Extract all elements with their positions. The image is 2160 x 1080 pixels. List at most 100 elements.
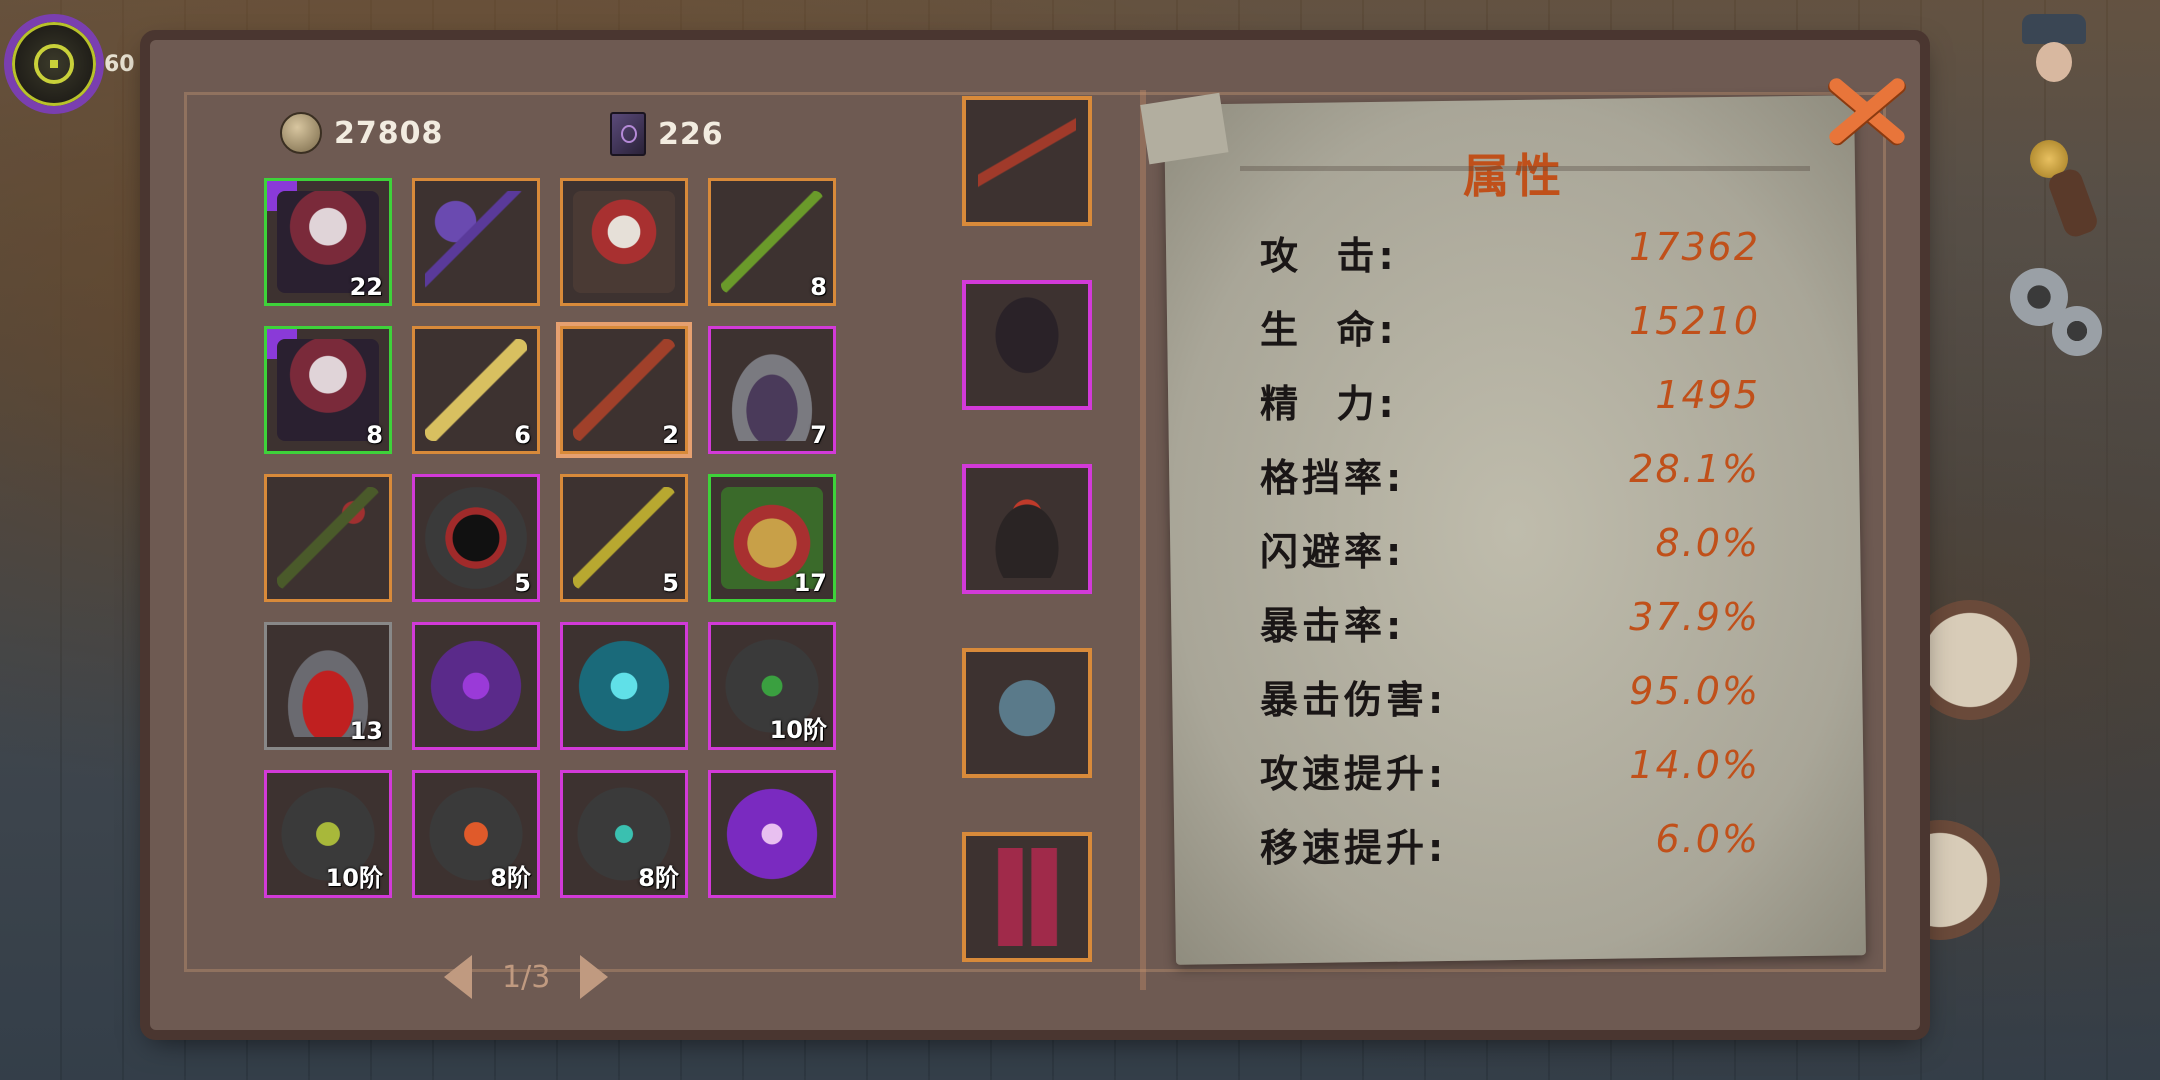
- book-amount: 226: [658, 116, 724, 152]
- item-count: 6: [514, 421, 531, 449]
- inventory-grid: 22 8 8 6 2 7 5 5 17 13 10阶 10阶 8阶 8阶: [264, 178, 836, 898]
- stat-row: 生 命: 15210: [1260, 299, 1760, 359]
- item-count: 10阶: [325, 864, 383, 892]
- spellbook-icon: [610, 112, 646, 156]
- close-button[interactable]: [1820, 70, 1910, 150]
- coin-counter: 27808: [280, 112, 443, 154]
- stat-label: 生 命:: [1260, 308, 1398, 352]
- armor-slot[interactable]: [962, 648, 1092, 778]
- stat-value: 28.1%: [1629, 447, 1760, 491]
- item-count: 8: [366, 421, 383, 449]
- avatar-face: [2036, 42, 2072, 82]
- stat-value: 15210: [1629, 299, 1760, 343]
- cloak-icon: [978, 296, 1076, 394]
- inventory-slot-green-vine-staff[interactable]: 8: [708, 178, 836, 306]
- title-underline: [1240, 166, 1810, 171]
- hat-icon: [978, 480, 1076, 578]
- book-counter: 226: [610, 112, 724, 156]
- item-count: 8阶: [490, 864, 531, 892]
- stat-row: 移速提升: 6.0%: [1260, 817, 1760, 877]
- inventory-slot-thorn-trident-scroll[interactable]: [264, 474, 392, 602]
- stat-value: 14.0%: [1629, 743, 1760, 787]
- item-count: 5: [662, 569, 679, 597]
- item-count: 22: [349, 273, 383, 301]
- settings-gear-small-icon: [2052, 306, 2102, 356]
- item-count: 10阶: [769, 716, 827, 744]
- inventory-slot-green-dagger-stone[interactable]: 10阶: [708, 622, 836, 750]
- red-branch-scroll-icon: [573, 339, 675, 441]
- inventory-slot-character-shard-silver-hair[interactable]: 8: [264, 326, 392, 454]
- inventory-slot-golden-spear-scroll[interactable]: 5: [560, 474, 688, 602]
- inventory-slot-red-branch-scroll[interactable]: 2: [560, 326, 688, 454]
- stats-title: 属性: [1463, 149, 1567, 203]
- pagination: 1/3: [444, 955, 609, 999]
- inventory-slot-festive-gift-bell[interactable]: 17: [708, 474, 836, 602]
- item-count: 5: [514, 569, 531, 597]
- stat-label: 移速提升:: [1260, 826, 1448, 870]
- stat-label: 格挡率:: [1260, 456, 1406, 500]
- inventory-slot-purple-scythe-scroll[interactable]: [412, 178, 540, 306]
- cyan-rune-icon: [573, 635, 675, 737]
- arm-shape: [2045, 166, 2101, 240]
- stat-value: 8.0%: [1655, 521, 1760, 565]
- stat-row: 闪避率: 8.0%: [1260, 521, 1760, 581]
- inventory-slot-tree-rune-stone[interactable]: 10阶: [264, 770, 392, 898]
- stat-label: 攻 击:: [1260, 234, 1398, 278]
- weapon-slot[interactable]: [962, 96, 1092, 226]
- skill-round-button[interactable]: [1910, 600, 2030, 720]
- stat-row: 暴击伤害: 95.0%: [1260, 669, 1760, 729]
- item-count: 13: [349, 717, 383, 745]
- armor-icon: [978, 664, 1076, 762]
- stat-row: 攻速提升: 14.0%: [1260, 743, 1760, 803]
- detective-avatar-icon[interactable]: [2012, 8, 2096, 100]
- coin-icon: [280, 112, 322, 154]
- stat-label: 暴击率:: [1260, 604, 1406, 648]
- mask-rune-icon: [721, 783, 823, 885]
- inventory-slot-void-hole-stone[interactable]: 5: [412, 474, 540, 602]
- boots-slot[interactable]: [962, 832, 1092, 962]
- golden-sword-scroll-icon: [425, 339, 527, 441]
- inventory-slot-red-potion-bottle[interactable]: 13: [264, 622, 392, 750]
- inventory-slot-santa-scroll[interactable]: [560, 178, 688, 306]
- item-count: 8: [810, 273, 827, 301]
- void-hole-stone-icon: [425, 487, 527, 589]
- next-page-arrow-icon[interactable]: [580, 955, 609, 999]
- item-count: 2: [662, 421, 679, 449]
- character-shard-silver-hair-icon: [277, 339, 379, 441]
- rune-emblem-icon: [34, 44, 74, 84]
- player-level-badge[interactable]: [4, 14, 104, 114]
- stat-label: 攻速提升:: [1260, 752, 1448, 796]
- stat-row: 攻 击: 17362: [1260, 225, 1760, 285]
- inventory-slot-purple-rune[interactable]: [412, 622, 540, 750]
- item-count: 7: [810, 421, 827, 449]
- santa-scroll-icon: [573, 191, 675, 293]
- item-count: 8阶: [638, 864, 679, 892]
- stat-value: 1495: [1655, 373, 1760, 417]
- cloak-slot[interactable]: [962, 280, 1092, 410]
- prev-page-arrow-icon[interactable]: [444, 955, 472, 999]
- inventory-slot-character-shard-white-hair[interactable]: 22: [264, 178, 392, 306]
- hat-slot[interactable]: [962, 464, 1092, 594]
- stat-row: 精 力: 1495: [1260, 373, 1760, 433]
- coin-hand-icon[interactable]: [2020, 130, 2101, 240]
- inventory-slot-mask-rune[interactable]: [708, 770, 836, 898]
- inventory-slot-golden-sword-scroll[interactable]: 6: [412, 326, 540, 454]
- stat-value: 95.0%: [1629, 669, 1760, 713]
- purple-scythe-scroll-icon: [425, 191, 527, 293]
- inventory-slot-fang-rune-stone[interactable]: 8阶: [412, 770, 540, 898]
- boots-icon: [978, 848, 1076, 946]
- stat-row: 暴击率: 37.9%: [1260, 595, 1760, 655]
- inventory-slot-cyan-rune[interactable]: [560, 622, 688, 750]
- stat-label: 闪避率:: [1260, 530, 1406, 574]
- stat-label: 暴击伤害:: [1260, 678, 1448, 722]
- page-indicator: 1/3: [502, 959, 551, 995]
- inventory-slot-sword-rune-stone[interactable]: 8阶: [560, 770, 688, 898]
- item-count: 17: [793, 569, 827, 597]
- dark-potion-jar-icon: [721, 339, 823, 441]
- player-level: 60: [104, 52, 135, 77]
- inventory-slot-dark-potion-jar[interactable]: 7: [708, 326, 836, 454]
- stat-value: 37.9%: [1629, 595, 1760, 639]
- avatar-hat: [2022, 14, 2086, 44]
- coin-amount: 27808: [334, 115, 444, 151]
- stat-value: 6.0%: [1655, 817, 1760, 861]
